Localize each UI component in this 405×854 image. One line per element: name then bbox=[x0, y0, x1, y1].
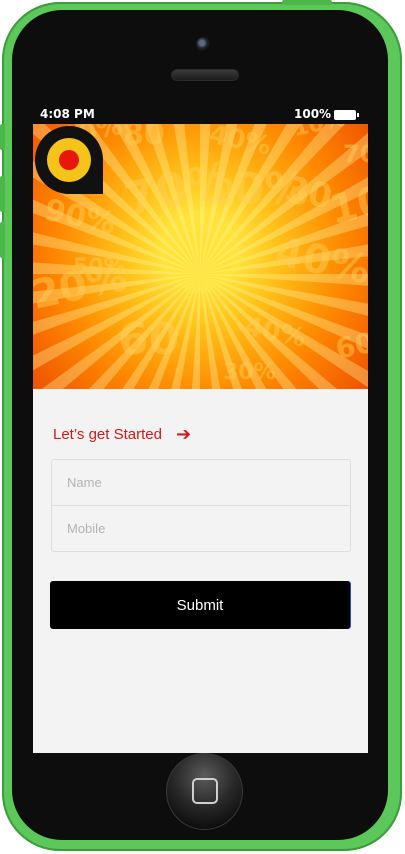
background-number: 80 bbox=[123, 124, 165, 152]
volume-up-button bbox=[0, 176, 5, 212]
front-camera bbox=[196, 37, 211, 52]
background-number: 40% bbox=[271, 229, 368, 294]
app-screen: 10%8040%10%7090%70%10%3010%50%40%20%6040… bbox=[33, 124, 368, 753]
background-number: 70 bbox=[343, 140, 368, 168]
name-field-wrapper bbox=[52, 460, 350, 506]
get-started-row[interactable]: Let’s get Started ➔ bbox=[53, 424, 191, 445]
volume-down-button bbox=[0, 222, 5, 258]
submit-button[interactable]: Submit bbox=[50, 581, 350, 629]
hero-banner: 10%8040%10%7090%70%10%3010%50%40%20%6040… bbox=[33, 124, 368, 389]
earpiece-speaker bbox=[171, 69, 239, 81]
background-number: 90% bbox=[41, 193, 119, 242]
get-started-label: Let’s get Started bbox=[53, 426, 162, 443]
status-time: 4:08 PM bbox=[40, 107, 95, 121]
signup-form bbox=[51, 459, 351, 552]
name-input[interactable] bbox=[52, 460, 350, 505]
arrow-right-icon[interactable]: ➔ bbox=[176, 424, 191, 445]
home-button[interactable] bbox=[166, 753, 243, 830]
mobile-input[interactable] bbox=[52, 506, 350, 551]
background-number: 60 bbox=[118, 314, 179, 365]
ringer-switch bbox=[0, 124, 5, 150]
battery-icon bbox=[334, 110, 356, 120]
mobile-field-wrapper bbox=[52, 506, 350, 551]
background-number: 30% bbox=[223, 360, 276, 385]
battery-icon-tip bbox=[357, 113, 359, 117]
power-button bbox=[282, 0, 332, 5]
home-square-icon bbox=[192, 778, 218, 804]
location-pin-icon bbox=[35, 126, 103, 194]
battery-percentage: 100% bbox=[294, 107, 332, 121]
